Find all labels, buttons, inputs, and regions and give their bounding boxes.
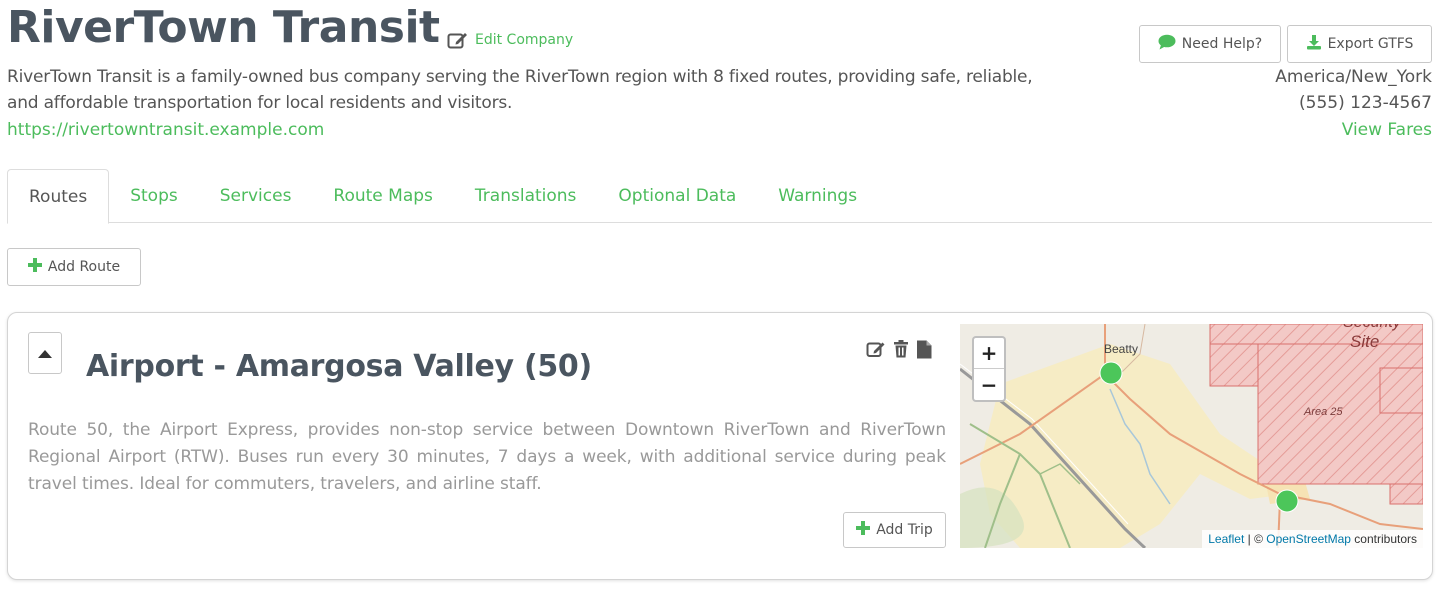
route-card: Airport - Amargosa Valley (50) Route 50,… — [7, 312, 1433, 580]
edit-company-label: Edit Company — [475, 32, 574, 48]
stop-marker-beatty — [1099, 361, 1123, 385]
tab-services[interactable]: Services — [199, 169, 313, 223]
need-help-button[interactable]: Need Help? — [1139, 25, 1281, 63]
attribution-suffix: contributors — [1350, 532, 1417, 546]
tab-stops[interactable]: Stops — [109, 169, 199, 223]
need-help-label: Need Help? — [1181, 36, 1263, 52]
tab-routes[interactable]: Routes — [7, 169, 110, 224]
company-phone: (555) 123-4567 — [1299, 93, 1432, 113]
map-label-area: Area 25 — [1304, 406, 1343, 418]
edit-icon — [447, 30, 469, 50]
osm-link[interactable]: OpenStreetMap — [1266, 532, 1351, 546]
map-label-site: Site — [1350, 332, 1380, 351]
add-trip-button[interactable]: Add Trip — [843, 512, 946, 548]
main-tabs: Routes Stops Services Route Maps Transla… — [7, 169, 1432, 224]
zoom-in-button[interactable]: + — [974, 338, 1004, 369]
company-description: RiverTown Transit is a family-owned bus … — [7, 67, 1033, 113]
map-attribution: Leaflet | © OpenStreetMap contributors — [1202, 530, 1423, 548]
view-fares-link[interactable]: View Fares — [1342, 117, 1432, 143]
route-map[interactable]: Beatty Security Site Area 25 + − Leaflet… — [960, 324, 1423, 548]
map-zoom-control: + − — [972, 336, 1006, 402]
tab-warnings[interactable]: Warnings — [757, 169, 878, 223]
download-icon — [1306, 34, 1322, 54]
leaflet-link[interactable]: Leaflet — [1208, 532, 1244, 546]
tab-translations[interactable]: Translations — [454, 169, 598, 223]
edit-company-link[interactable]: Edit Company — [447, 30, 573, 50]
add-route-label: Add Route — [47, 259, 121, 275]
collapse-route-button[interactable] — [28, 332, 62, 374]
map-label-security: Security — [1343, 324, 1401, 332]
stop-marker-south — [1275, 489, 1299, 513]
export-gtfs-button[interactable]: Export GTFS — [1287, 25, 1432, 63]
trash-icon[interactable] — [893, 340, 909, 363]
zoom-out-button[interactable]: − — [974, 369, 1004, 400]
company-timezone: America/New_York — [1275, 67, 1432, 87]
route-actions — [866, 340, 932, 363]
route-title: Airport - Amargosa Valley (50) — [86, 349, 592, 384]
caret-up-icon — [37, 344, 53, 363]
map-tiles — [960, 324, 1423, 548]
tab-route-maps[interactable]: Route Maps — [312, 169, 454, 223]
plus-icon — [27, 258, 42, 276]
tab-optional-data[interactable]: Optional Data — [597, 169, 757, 223]
plus-icon — [856, 521, 871, 539]
export-gtfs-label: Export GTFS — [1327, 36, 1414, 52]
file-icon[interactable] — [916, 340, 932, 363]
map-label-town: Beatty — [1104, 342, 1139, 356]
attribution-separator: | © — [1244, 532, 1267, 546]
edit-icon[interactable] — [866, 340, 886, 363]
company-url-link[interactable]: https://rivertowntransit.example.com — [7, 117, 324, 143]
route-description: Route 50, the Airport Express, provides … — [28, 420, 946, 494]
add-trip-label: Add Trip — [876, 522, 933, 538]
chat-bubble-icon — [1158, 34, 1176, 54]
company-title: RiverTown Transit — [7, 2, 440, 53]
add-route-button[interactable]: Add Route — [7, 248, 141, 286]
